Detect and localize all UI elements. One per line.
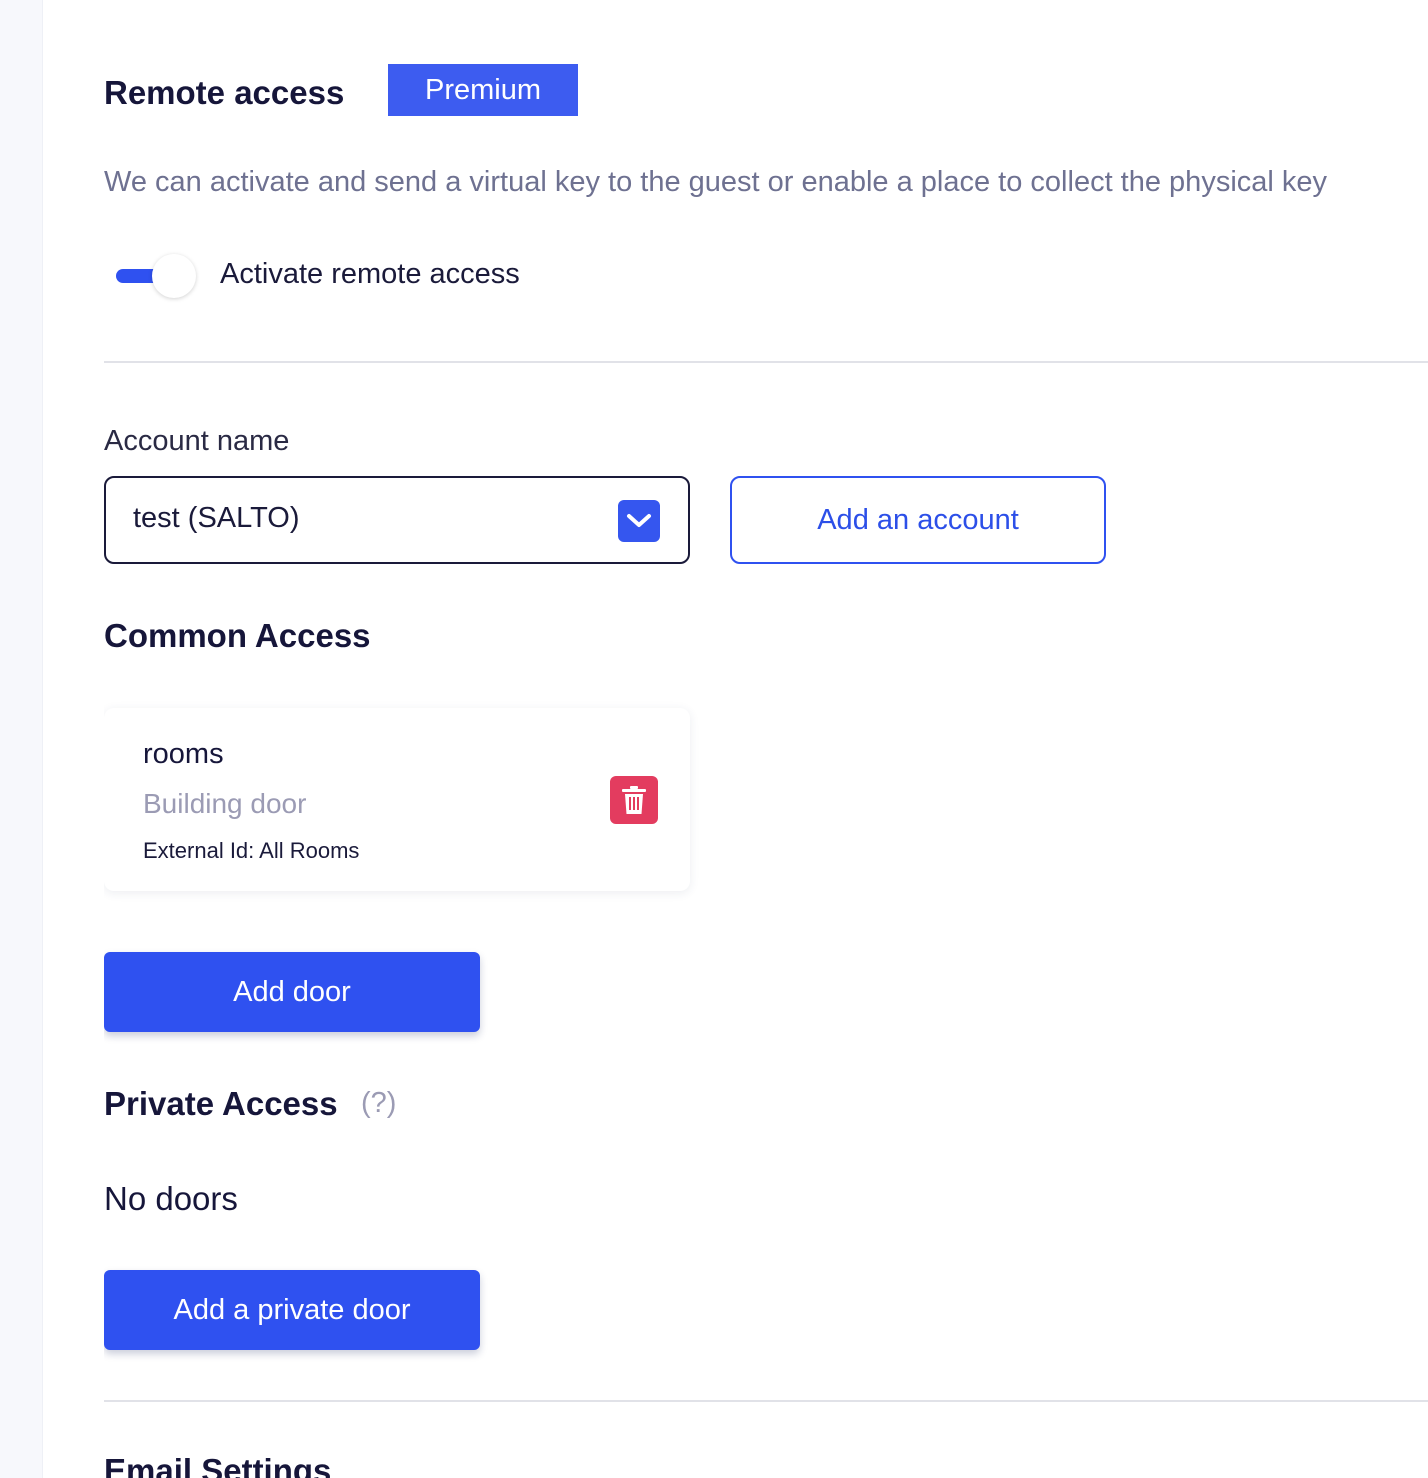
premium-badge: Premium — [388, 64, 578, 116]
section-divider — [104, 1400, 1428, 1402]
door-external-id: External Id: All Rooms — [143, 838, 360, 863]
door-type: Building door — [143, 788, 307, 819]
add-door-button[interactable]: Add door — [104, 952, 480, 1032]
door-card: rooms Building door External Id: All Roo… — [104, 708, 690, 891]
add-account-button[interactable]: Add an account — [730, 476, 1106, 564]
sidebar-edge — [0, 0, 43, 1478]
chevron-down-icon — [618, 500, 660, 542]
account-name-label: Account name — [104, 425, 290, 457]
activate-remote-access-label: Activate remote access — [220, 258, 520, 290]
toggle-knob — [152, 254, 196, 298]
delete-door-button[interactable] — [610, 776, 658, 824]
common-access-title: Common Access — [104, 617, 371, 654]
account-name-value: test (SALTO) — [133, 502, 300, 534]
private-access-help[interactable]: (?) — [361, 1087, 396, 1120]
email-settings-title: Email Settings — [104, 1452, 332, 1478]
section-divider — [104, 361, 1428, 363]
trash-icon — [622, 786, 646, 814]
add-private-door-button[interactable]: Add a private door — [104, 1270, 480, 1350]
remote-access-title: Remote access — [104, 74, 345, 111]
door-name: rooms — [143, 738, 224, 770]
account-name-select[interactable]: test (SALTO) — [104, 476, 690, 564]
private-access-title: Private Access — [104, 1085, 338, 1122]
no-doors-text: No doors — [104, 1180, 238, 1217]
activate-remote-access-toggle[interactable] — [116, 253, 200, 299]
main-content: Remote access Premium We can activate an… — [104, 0, 1428, 1478]
remote-access-description: We can activate and send a virtual key t… — [104, 166, 1328, 198]
